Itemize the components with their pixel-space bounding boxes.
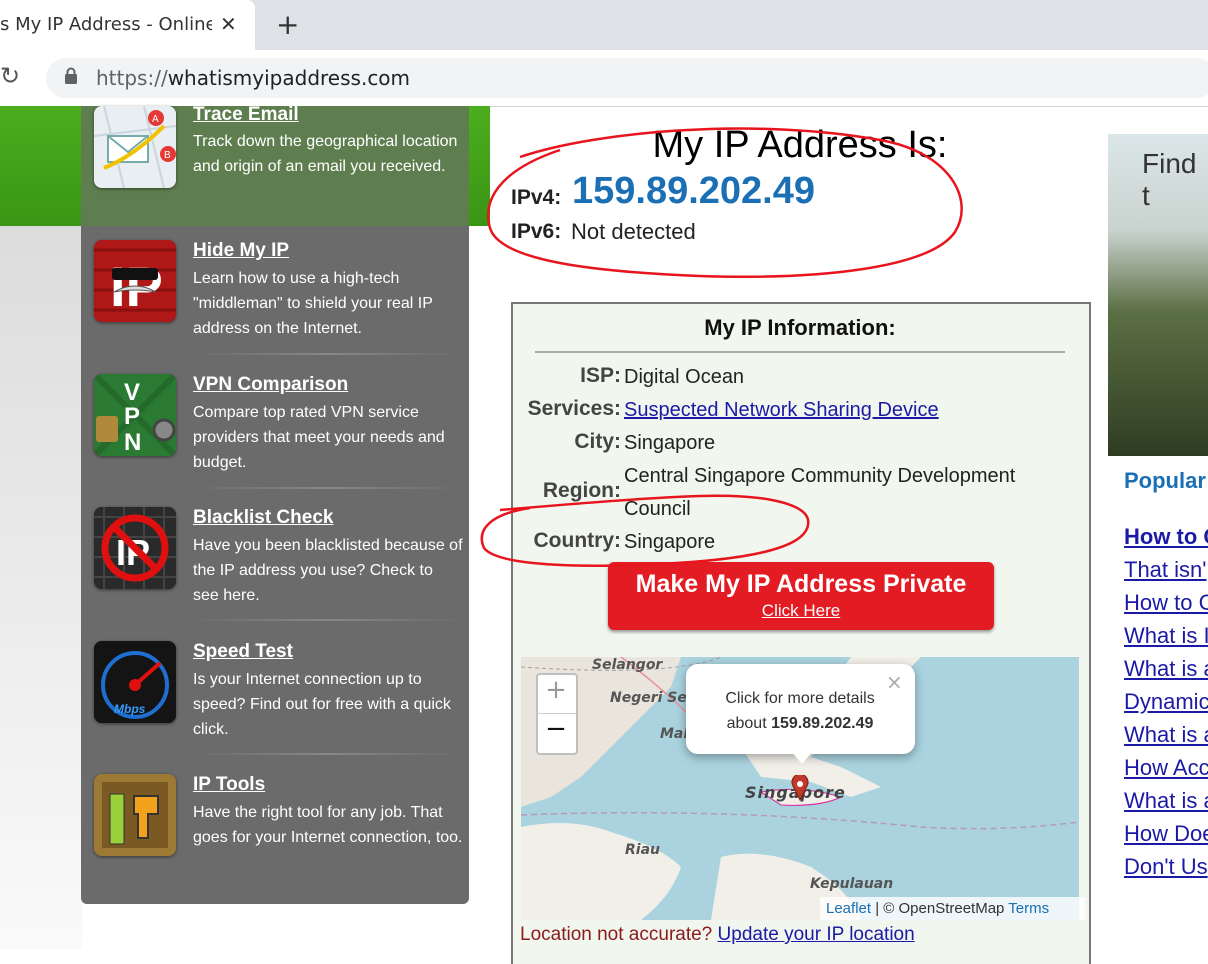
- region-value-line1: Central Singapore Community Development: [624, 465, 1016, 487]
- sidebar-item-desc: Is your Internet connection up to speed?…: [193, 671, 451, 738]
- attribution-text: | © OpenStreetMap: [871, 900, 1009, 917]
- ipv6-label: IPv6:: [511, 220, 562, 243]
- popular-link[interactable]: How to C: [1124, 586, 1208, 619]
- tools-icon: [94, 774, 176, 856]
- divider: [193, 619, 463, 621]
- sidebar-item-desc: Have the right tool for any job. That go…: [193, 804, 463, 846]
- blacklist-icon: IP: [94, 507, 176, 589]
- vpn-icon: V P N: [94, 374, 176, 456]
- popular-link[interactable]: That isn': [1124, 553, 1208, 586]
- map-attribution: Leaflet | © OpenStreetMap Terms: [820, 897, 1085, 920]
- make-ip-private-label[interactable]: Make My IP Address Private: [608, 570, 994, 599]
- ipv6-value: Not detected: [571, 219, 696, 244]
- country-label: Country:: [533, 529, 622, 552]
- location-note: Location not accurate? Update your IP lo…: [520, 924, 915, 946]
- popular-link[interactable]: Dynamic: [1124, 685, 1208, 718]
- update-location-link[interactable]: Update your IP location: [718, 924, 915, 945]
- divider: [535, 351, 1065, 353]
- sidebar-item-desc: Learn how to use a high-tech "middleman"…: [193, 270, 433, 337]
- close-icon[interactable]: ×: [886, 670, 903, 694]
- page-title: My IP Address Is:: [652, 124, 948, 166]
- sidebar-item-title[interactable]: VPN Comparison: [193, 374, 348, 396]
- location-note-text: Location not accurate?: [520, 924, 718, 945]
- region-value-line2: Council: [624, 498, 691, 520]
- leaflet-link[interactable]: Leaflet: [826, 900, 871, 917]
- region-label: Region:: [542, 479, 621, 502]
- popular-link[interactable]: What is a: [1124, 784, 1208, 817]
- popular-list: How to C That isn' How to C What is I Wh…: [1124, 520, 1208, 883]
- speedometer-icon: Mbps: [94, 641, 176, 723]
- hide-ip-icon: IP: [94, 240, 176, 322]
- svg-text:P: P: [124, 403, 140, 430]
- lock-icon[interactable]: [64, 67, 78, 85]
- country-value: Singapore: [624, 531, 716, 553]
- left-background: [0, 226, 82, 949]
- popular-link[interactable]: How Doe: [1124, 817, 1208, 850]
- svg-text:A: A: [152, 114, 159, 125]
- services-label: Services:: [527, 397, 621, 420]
- sidebar-list: A B Trace Email Track down the geographi…: [81, 0, 469, 949]
- svg-text:V: V: [124, 379, 140, 406]
- zoom-in-button[interactable]: +: [536, 675, 576, 711]
- popular-link[interactable]: What is I: [1124, 619, 1208, 652]
- map-label-riau: Riau: [625, 842, 660, 858]
- popup-line2: about 159.89.202.49: [700, 711, 900, 736]
- svg-text:Mbps: Mbps: [114, 702, 146, 716]
- popular-link[interactable]: Don't Us: [1124, 850, 1208, 883]
- sidebar-item-title[interactable]: Blacklist Check: [193, 507, 333, 529]
- ad-text[interactable]: Find t: [1142, 148, 1208, 212]
- divider: [193, 753, 463, 755]
- divider: [193, 353, 463, 355]
- ipv4-address: 159.89.202.49: [572, 170, 816, 212]
- map-marker-icon[interactable]: [791, 775, 809, 801]
- svg-text:B: B: [164, 150, 171, 161]
- city-value: Singapore: [624, 432, 716, 454]
- popular-link[interactable]: What is a: [1124, 718, 1208, 751]
- svg-text:N: N: [124, 429, 141, 456]
- map-label-kepulauan: Kepulauan: [810, 876, 894, 892]
- sidebar-item-title[interactable]: Trace Email: [193, 104, 299, 126]
- click-here-link[interactable]: Click Here: [608, 601, 994, 621]
- trace-email-icon: A B: [94, 106, 176, 188]
- isp-value: Digital Ocean: [624, 366, 745, 388]
- sidebar-item-title[interactable]: IP Tools: [193, 774, 265, 796]
- divider: [193, 487, 463, 489]
- map-label-selangor: Selangor: [592, 657, 663, 673]
- city-label: City:: [574, 430, 621, 453]
- popular-link[interactable]: What is a: [1124, 652, 1208, 685]
- services-link[interactable]: Suspected Network Sharing Device: [624, 399, 939, 422]
- ipv4-label: IPv4:: [511, 186, 562, 209]
- sidebar-item-desc: Compare top rated VPN service providers …: [193, 404, 445, 471]
- popup-line1: Click for more details: [725, 690, 875, 707]
- popup-about: about: [726, 715, 772, 732]
- sidebar-item-desc: Track down the geographical location and…: [193, 133, 458, 175]
- sidebar-item-title[interactable]: Hide My IP: [193, 240, 289, 262]
- reload-icon[interactable]: ↻: [0, 62, 20, 90]
- ip-info-title: My IP Information:: [704, 315, 896, 340]
- popup-ip: 159.89.202.49: [771, 715, 874, 732]
- popular-heading: Popular: [1124, 468, 1206, 493]
- map-label-mal: Mal: [660, 726, 689, 742]
- sidebar-item-desc: Have you been blacklisted because of the…: [193, 537, 463, 604]
- map-popup-tip: [790, 750, 814, 764]
- isp-label: ISP:: [580, 364, 621, 387]
- map-popup-text: Click for more details about 159.89.202.…: [700, 686, 900, 736]
- popular-link[interactable]: How Acc: [1124, 751, 1208, 784]
- zoom-out-button[interactable]: −: [536, 713, 576, 750]
- terms-link[interactable]: Terms: [1008, 900, 1049, 917]
- popular-link[interactable]: How to C: [1124, 520, 1208, 553]
- sidebar-item-title[interactable]: Speed Test: [193, 641, 293, 663]
